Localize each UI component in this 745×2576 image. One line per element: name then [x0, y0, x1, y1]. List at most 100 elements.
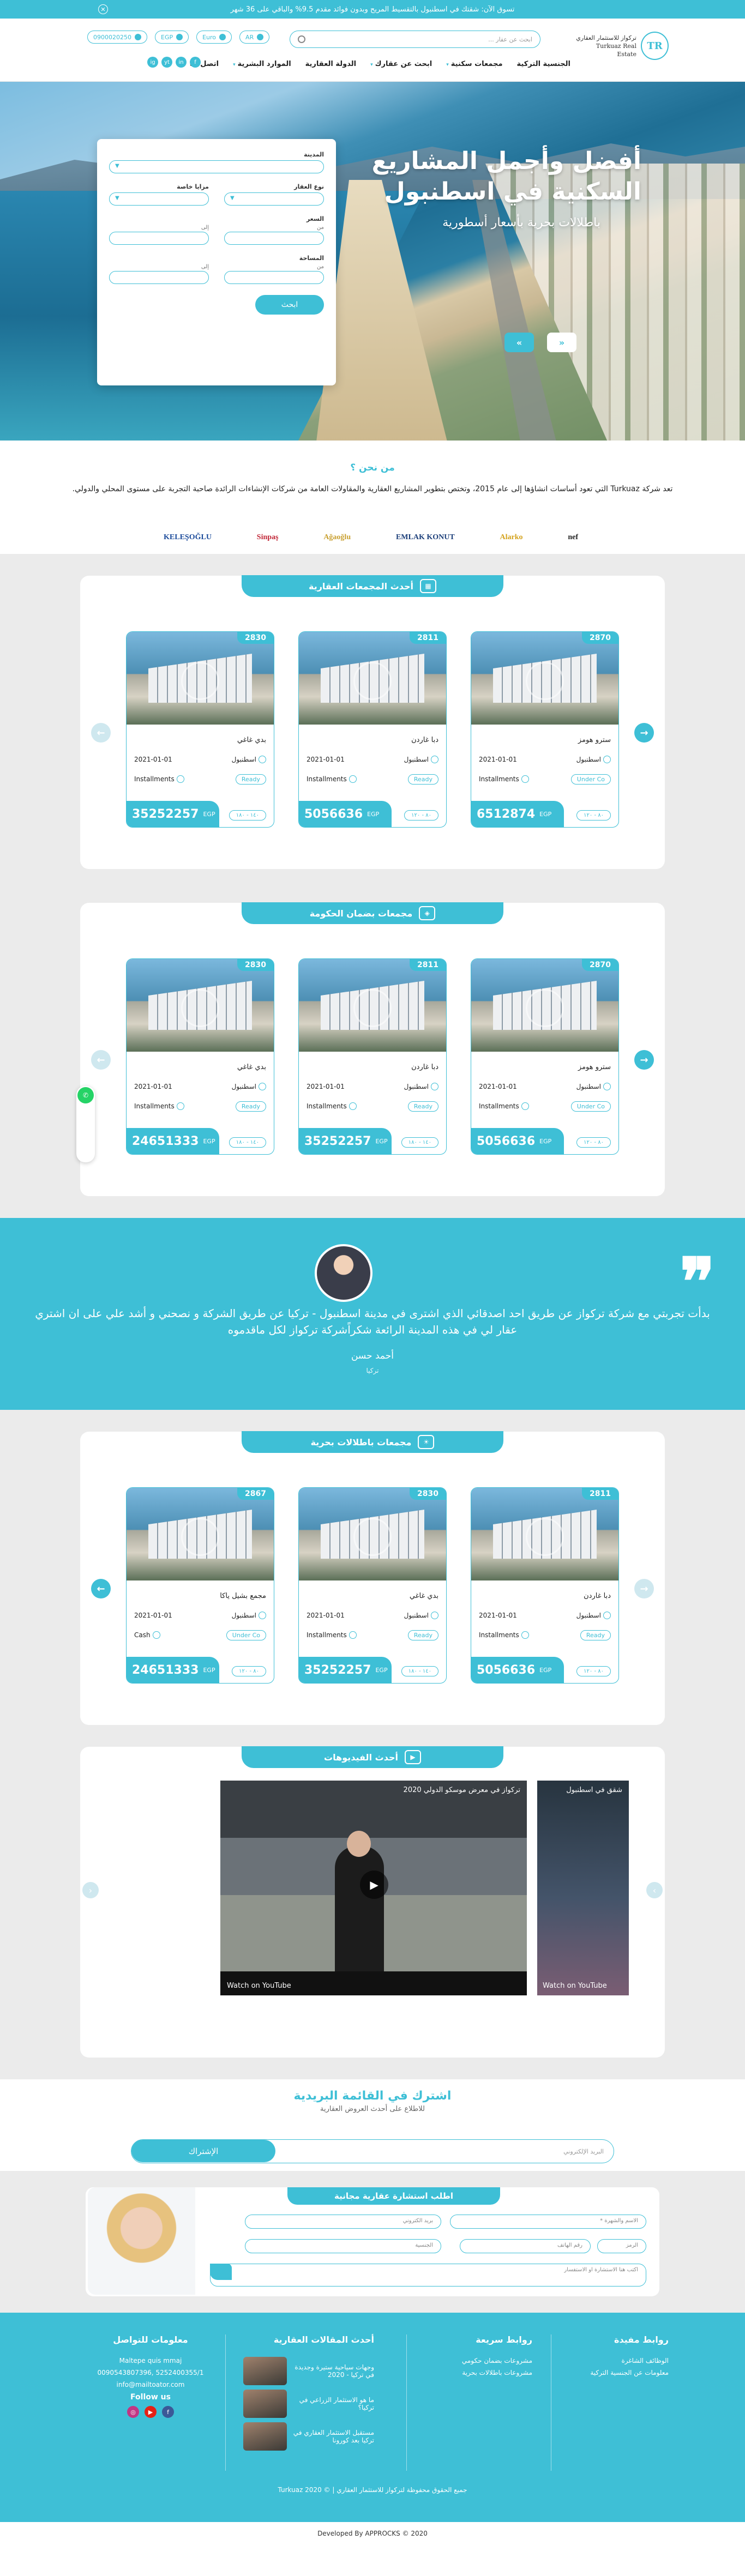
property-city: اسطنبول: [231, 755, 256, 763]
price-tag: 35252257 EGP: [299, 1128, 392, 1154]
linkedin-icon[interactable]: in: [176, 57, 187, 68]
newsletter-subtitle: للاطلاع على أحدث العروض العقارية: [320, 2105, 425, 2113]
slider-prev-arrow[interactable]: ←: [91, 723, 111, 743]
video-player[interactable]: ▶ تركواز في معرض موسكو الدولي 2020 Watch…: [220, 1781, 527, 1995]
slider-prev-arrow[interactable]: ←: [91, 1050, 111, 1070]
youtube-watch-link[interactable]: Watch on YouTube: [227, 1982, 291, 1990]
property-name[interactable]: مجمع بشيل ياكا: [220, 1592, 266, 1600]
price-to-input[interactable]: [109, 232, 209, 245]
video-thumbnail[interactable]: شقق في اسطنبول Watch on YouTube: [537, 1781, 629, 1995]
property-name[interactable]: سترو هومز: [578, 1063, 611, 1071]
property-card[interactable]: 2811 دبا غاردن اسطنبول 2021-01-01 Ready In…: [471, 1487, 619, 1684]
video-prev-arrow[interactable]: ‹: [82, 1882, 99, 1898]
phone-field[interactable]: رقم الهاتف: [460, 2239, 591, 2253]
property-name[interactable]: دبا غاردن: [584, 1592, 611, 1600]
contact-title: معلومات للتواصل: [113, 2334, 188, 2345]
article-item[interactable]: وجهات سياحية ستيرة وجديدة في تركيا - 202…: [238, 2357, 374, 2385]
search-icon[interactable]: [298, 35, 305, 43]
property-name[interactable]: دبا غاردن: [411, 1063, 438, 1071]
property-image[interactable]: 2811: [471, 1488, 618, 1580]
area-to-input[interactable]: [109, 271, 209, 284]
property-card[interactable]: 2870 سترو هومز اسطنبول 2021-01-01 Under C…: [471, 631, 619, 828]
hero-next-button[interactable]: «: [547, 333, 576, 352]
nav-hr[interactable]: الموارد البشرية▾: [233, 60, 291, 68]
close-icon[interactable]: ✕: [98, 4, 108, 14]
palm-icon: ☀: [418, 1435, 435, 1449]
footer-link[interactable]: معلومات عن الجنسية التركية: [565, 2369, 669, 2376]
youtube-icon[interactable]: yt: [161, 57, 172, 68]
area-from-input[interactable]: [224, 271, 324, 284]
property-name[interactable]: بدي غاغي: [410, 1592, 438, 1600]
property-image[interactable]: 2830: [127, 959, 274, 1052]
property-image[interactable]: 2870: [471, 959, 618, 1052]
play-icon[interactable]: ▶: [360, 1871, 388, 1899]
currency-select-euro[interactable]: Euro: [196, 31, 232, 44]
phone-pill[interactable]: 0900020250: [87, 31, 147, 44]
facebook-icon[interactable]: f: [162, 2406, 174, 2418]
send-icon[interactable]: [210, 2264, 232, 2280]
newsletter-email-input[interactable]: البريد الإلكتروني الإشتراك: [131, 2139, 614, 2163]
nationality-field[interactable]: الجنسية: [245, 2239, 441, 2253]
nav-real-estate-state[interactable]: الدولة العقارية: [305, 60, 356, 68]
type-select[interactable]: ▼: [224, 192, 324, 206]
slider-prev-arrow[interactable]: ←: [91, 1579, 111, 1598]
city-select[interactable]: ▼: [109, 160, 324, 173]
property-card[interactable]: 2867 مجمع بشيل ياكا اسطنبول 2021-01-01 Un…: [126, 1487, 274, 1684]
phone-text[interactable]: 5252400355/1 ,0090543807396: [96, 2369, 205, 2376]
slider-next-arrow[interactable]: →: [634, 1050, 654, 1070]
property-city: اسطنبول: [576, 1082, 601, 1090]
property-card[interactable]: 2811 دبا غاردن اسطنبول 2021-01-01 Ready In…: [298, 631, 447, 828]
property-card[interactable]: 2830 بدي غاغي اسطنبول 2021-01-01 Ready Ins…: [298, 1487, 447, 1684]
logo[interactable]: TR تركواز للاستثمار العقاري Turkuaz Real…: [576, 29, 669, 62]
email-text[interactable]: info@mailtoator.com: [96, 2381, 205, 2388]
property-image[interactable]: 2811: [299, 959, 446, 1052]
property-image[interactable]: 2867: [127, 1488, 274, 1580]
article-item[interactable]: مستقبل الاستثمار العقاري في تركيا بعد كو…: [238, 2422, 374, 2451]
property-name[interactable]: بدي غاغي: [237, 736, 266, 744]
search-input[interactable]: ابحث عن عقار ...: [290, 31, 540, 48]
video-person: [335, 1846, 384, 1971]
country-code-field[interactable]: الرمز: [597, 2239, 646, 2253]
subscribe-button[interactable]: الإشتراك: [131, 2140, 275, 2162]
nav-complexes[interactable]: مجمعات سكنية▾: [446, 60, 502, 68]
footer-link[interactable]: الوظائف الشاغرة: [565, 2357, 669, 2364]
footer-link[interactable]: مشروعات بضمان حكومي: [434, 2357, 532, 2364]
price-from-input[interactable]: [224, 232, 324, 245]
slider-next-arrow[interactable]: →: [634, 1579, 654, 1598]
property-image[interactable]: 2830: [127, 632, 274, 725]
logo-watermark: [353, 662, 392, 700]
property-card[interactable]: 2811 دبا غاردن اسطنبول 2021-01-01 Ready In…: [298, 958, 447, 1155]
whatsapp-icon[interactable]: ✆: [77, 1087, 94, 1103]
property-image[interactable]: 2870: [471, 632, 618, 725]
nav-citizenship[interactable]: الجنسية التركية: [517, 60, 570, 68]
language-select[interactable]: AR: [239, 31, 270, 44]
facebook-icon[interactable]: f: [190, 57, 201, 68]
email-field[interactable]: بريد الكتروني: [245, 2215, 441, 2229]
property-image[interactable]: 2811: [299, 632, 446, 725]
property-name[interactable]: دبا غاردن: [411, 736, 438, 744]
price-label: السعر: [306, 215, 324, 222]
search-button[interactable]: ابحث: [255, 295, 324, 315]
hero-prev-button[interactable]: »: [504, 333, 534, 352]
property-card[interactable]: 2830 بدي غاغي اسطنبول 2021-01-01 Ready Ins…: [126, 958, 274, 1155]
message-field[interactable]: اكتب هنا الاستشارة او الاستفسار: [210, 2264, 646, 2287]
property-image[interactable]: 2830: [299, 1488, 446, 1580]
property-card[interactable]: 2830 بدي غاغي اسطنبول 2021-01-01 Ready Ins…: [126, 631, 274, 828]
feature-select[interactable]: ▼: [109, 192, 209, 206]
name-field[interactable]: الاسم والشهرة *: [450, 2215, 646, 2229]
video-next-arrow[interactable]: ›: [646, 1882, 663, 1898]
property-name[interactable]: بدي غاغي: [237, 1063, 266, 1071]
article-item[interactable]: ما هو الاستثمار الزراعي في تركيا؟: [238, 2390, 374, 2418]
nav-find-property[interactable]: ابحث عن عقارك▾: [370, 60, 432, 68]
currency-select-egp[interactable]: EGP: [155, 31, 189, 44]
property-card[interactable]: 2870 سترو هومز اسطنبول 2021-01-01 Under C…: [471, 958, 619, 1155]
youtube-icon[interactable]: ▶: [145, 2406, 157, 2418]
property-name[interactable]: سترو هومز: [578, 736, 611, 744]
property-id: 2867: [237, 1488, 274, 1500]
slider-next-arrow[interactable]: →: [634, 723, 654, 743]
whatsapp-widget[interactable]: ✆: [76, 1086, 95, 1162]
youtube-watch-link[interactable]: Watch on YouTube: [543, 1982, 607, 1990]
instagram-icon[interactable]: ig: [147, 57, 158, 68]
instagram-icon[interactable]: ◎: [127, 2406, 139, 2418]
footer-link[interactable]: مشروعات باطلالات بحرية: [434, 2369, 532, 2376]
